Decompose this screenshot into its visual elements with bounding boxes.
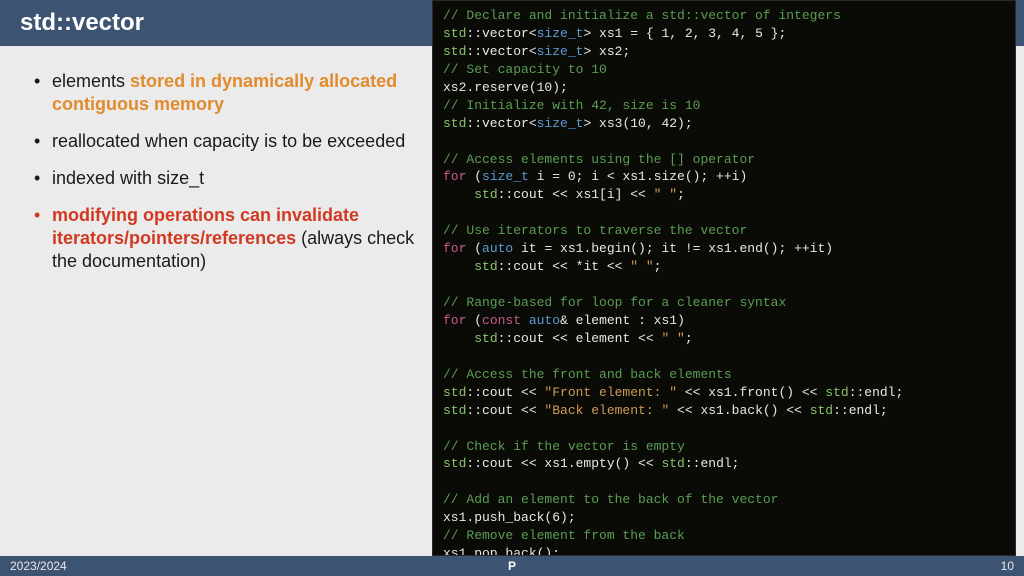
- code-ns: std: [810, 403, 833, 418]
- footer-bar: 2023/2024 P 10: [0, 556, 1024, 576]
- code-text: ::vector<: [466, 116, 536, 131]
- code-text: ;: [685, 331, 693, 346]
- code-type: auto: [529, 313, 560, 328]
- code-comment: // Use iterators to traverse the vector: [443, 223, 747, 238]
- code-text: it = xs1.begin(); it != xs1.end(); ++it): [513, 241, 833, 256]
- footer-left: 2023/2024: [10, 559, 67, 573]
- code-type: size_t: [537, 116, 584, 131]
- bullet-list: elements stored in dynamically allocated…: [30, 70, 420, 273]
- bullet-text: indexed with size_t: [52, 168, 204, 188]
- code-comment: // Access elements using the [] operator: [443, 152, 755, 167]
- code-text: ::cout << element <<: [498, 331, 662, 346]
- code-text: i = 0; i < xs1.size(); ++i): [529, 169, 747, 184]
- content-body: elements stored in dynamically allocated…: [30, 70, 420, 287]
- code-indent: [443, 331, 474, 346]
- code-text: xs1.push_back(6);: [443, 510, 576, 525]
- footer-mid: P: [508, 559, 516, 573]
- code-text: ::vector<: [466, 26, 536, 41]
- code-panel: // Declare and initialize a std::vector …: [432, 0, 1016, 556]
- code-indent: [443, 259, 474, 274]
- code-text: ::cout <<: [466, 403, 544, 418]
- code-keyword: for: [443, 169, 466, 184]
- code-text: ::cout << xs1.empty() <<: [466, 456, 661, 471]
- code-ns: std: [443, 44, 466, 59]
- code-text: (: [466, 241, 482, 256]
- code-ns: std: [474, 259, 497, 274]
- code-ns: std: [661, 456, 684, 471]
- code-text: << xs1.back() <<: [669, 403, 809, 418]
- code-keyword: const: [482, 313, 521, 328]
- code-string: " ": [630, 259, 653, 274]
- code-text: ;: [654, 259, 662, 274]
- code-text: ;: [677, 187, 685, 202]
- slide-title: std::vector: [20, 9, 144, 37]
- code-type: size_t: [482, 169, 529, 184]
- code-comment: // Check if the vector is empty: [443, 439, 685, 454]
- code-string: "Back element: ": [544, 403, 669, 418]
- code-text: ::cout << *it <<: [498, 259, 631, 274]
- footer-page-number: 10: [1001, 559, 1014, 573]
- code-comment: // Declare and initialize a std::vector …: [443, 8, 841, 23]
- code-comment: // Range-based for loop for a cleaner sy…: [443, 295, 786, 310]
- code-text: (: [466, 169, 482, 184]
- code-comment: // Remove element from the back: [443, 528, 685, 543]
- code-ns: std: [443, 456, 466, 471]
- code-text: > xs2;: [583, 44, 630, 59]
- bullet-item: reallocated when capacity is to be excee…: [30, 130, 420, 153]
- code-text: > xs3(10, 42);: [583, 116, 692, 131]
- code-ns: std: [443, 116, 466, 131]
- bullet-item: modifying operations can invalidate iter…: [30, 204, 420, 273]
- code-text: ::endl;: [849, 385, 904, 400]
- code-ns: std: [443, 403, 466, 418]
- bullet-item: indexed with size_t: [30, 167, 420, 190]
- code-text: > xs1 = { 1, 2, 3, 4, 5 };: [583, 26, 786, 41]
- code-text: & element : xs1): [560, 313, 685, 328]
- code-ns: std: [474, 331, 497, 346]
- code-text: xs2.reserve(10);: [443, 80, 568, 95]
- code-text: << xs1.front() <<: [677, 385, 825, 400]
- code-text: ::endl;: [685, 456, 740, 471]
- code-text: ::cout << xs1[i] <<: [498, 187, 654, 202]
- code-type: size_t: [537, 44, 584, 59]
- code-type: auto: [482, 241, 513, 256]
- slide: std::vector elements stored in dynamical…: [0, 0, 1024, 576]
- bullet-text: elements: [52, 71, 130, 91]
- code-keyword: for: [443, 241, 466, 256]
- code-ns: std: [825, 385, 848, 400]
- code-type: size_t: [537, 26, 584, 41]
- code-comment: // Initialize with 42, size is 10: [443, 98, 700, 113]
- code-keyword: for: [443, 313, 466, 328]
- code-string: " ": [661, 331, 684, 346]
- code-text: (: [466, 313, 482, 328]
- code-string: " ": [654, 187, 677, 202]
- code-comment: // Add an element to the back of the vec…: [443, 492, 778, 507]
- code-string: "Front element: ": [544, 385, 677, 400]
- code-text: ::endl;: [833, 403, 888, 418]
- bullet-text: reallocated when capacity is to be excee…: [52, 131, 405, 151]
- code-comment: // Set capacity to 10: [443, 62, 607, 77]
- code-ns: std: [474, 187, 497, 202]
- code-text: xs1.pop_back();: [443, 546, 560, 556]
- bullet-item: elements stored in dynamically allocated…: [30, 70, 420, 116]
- code-ns: std: [443, 385, 466, 400]
- code-ns: std: [443, 26, 466, 41]
- code-indent: [443, 187, 474, 202]
- code-text: ::vector<: [466, 44, 536, 59]
- code-comment: // Access the front and back elements: [443, 367, 732, 382]
- code-text: [521, 313, 529, 328]
- code-text: ::cout <<: [466, 385, 544, 400]
